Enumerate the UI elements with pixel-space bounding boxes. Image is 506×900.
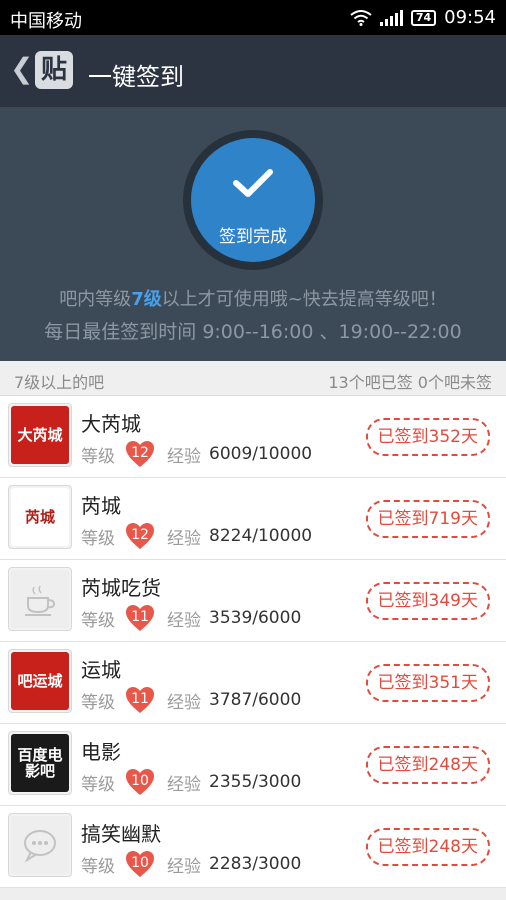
bar-avatar[interactable]: 吧运城 [8, 649, 72, 713]
heart-icon: 12 [125, 440, 155, 468]
heart-icon: 10 [125, 768, 155, 796]
bar-name[interactable]: 大芮城 [81, 408, 141, 437]
bar-name[interactable]: 运城 [81, 654, 121, 683]
level-label: 等级 [81, 446, 115, 467]
bar-avatar-image: 百度电影吧 [11, 734, 69, 792]
bar-row[interactable]: 搞笑幽默等级 10 经验 2283/3000 已签到248天 [0, 806, 506, 888]
chat-icon [11, 816, 69, 874]
sign-in-panel: 签到完成 吧内等级7级以上才可使用哦~快去提高等级吧！ 每日最佳签到时间 9:0… [0, 107, 506, 361]
level-value: 12 [131, 527, 149, 543]
bar-avatar-image: 芮城 [11, 488, 69, 546]
signal-icon [379, 9, 403, 26]
bar-meta: 等级 11 经验 3787/6000 [81, 686, 301, 714]
cup-icon [11, 570, 69, 628]
bar-name[interactable]: 芮城吃货 [81, 572, 161, 601]
exp-label: 经验 [167, 774, 201, 795]
level-highlight: 7级 [131, 289, 162, 310]
tieba-logo: 贴 [35, 51, 73, 89]
bar-avatar[interactable] [8, 813, 72, 877]
sign-summary: 13个吧已签 0个吧未签 [328, 373, 492, 392]
bar-meta: 等级 10 经验 2283/3000 [81, 850, 301, 878]
page-title: 一键签到 [88, 63, 184, 91]
battery-icon: 74 [410, 9, 437, 26]
list-header: 7级以上的吧 13个吧已签 0个吧未签 [0, 361, 506, 396]
check-icon [233, 169, 273, 197]
exp-label: 经验 [167, 856, 201, 877]
signed-stamp: 已签到349天 [365, 582, 490, 620]
best-time-notice: 每日最佳签到时间 9:00--16:00 、19:00--22:00 [44, 321, 462, 343]
exp-label: 经验 [167, 610, 201, 631]
heart-icon: 10 [125, 850, 155, 878]
exp-label: 经验 [167, 528, 201, 549]
sign-in-button[interactable]: 签到完成 [191, 138, 315, 262]
signed-stamp: 已签到248天 [365, 828, 490, 866]
level-value: 11 [131, 609, 149, 625]
bar-row[interactable]: 芮城吃货等级 11 经验 3539/6000 已签到349天 [0, 560, 506, 642]
bar-meta: 等级 12 经验 8224/10000 [81, 522, 312, 550]
level-label: 等级 [81, 528, 115, 549]
signed-stamp: 已签到248天 [365, 746, 490, 784]
level-value: 11 [131, 691, 149, 707]
exp-value: 2283/3000 [209, 854, 302, 874]
exp-value: 3787/6000 [209, 690, 302, 710]
signed-stamp: 已签到352天 [365, 418, 490, 456]
heart-icon: 11 [125, 604, 155, 632]
status-icons: 74 09:54 [350, 7, 496, 28]
status-bar: 中国移动 74 09:54 [0, 0, 506, 35]
bar-row[interactable]: 百度电影吧 电影等级 10 经验 2355/3000 已签到248天 [0, 724, 506, 806]
back-icon[interactable]: ❮ [10, 55, 33, 83]
exp-label: 经验 [167, 692, 201, 713]
level-label: 等级 [81, 856, 115, 877]
clock: 09:54 [444, 7, 496, 28]
exp-value: 2355/3000 [209, 772, 302, 792]
level-label: 等级 [81, 692, 115, 713]
bar-meta: 等级 12 经验 6009/10000 [81, 440, 312, 468]
list-header-title: 7级以上的吧 [14, 373, 105, 392]
level-value: 10 [131, 773, 149, 789]
exp-label: 经验 [167, 446, 201, 467]
bar-avatar[interactable]: 芮城 [8, 485, 72, 549]
bar-meta: 等级 11 经验 3539/6000 [81, 604, 301, 632]
heart-icon: 12 [125, 522, 155, 550]
level-value: 10 [131, 855, 149, 871]
level-label: 等级 [81, 610, 115, 631]
signed-stamp: 已签到351天 [365, 664, 490, 702]
bar-meta: 等级 10 经验 2355/3000 [81, 768, 301, 796]
exp-value: 8224/10000 [209, 526, 313, 546]
sign-in-ring: 签到完成 [183, 130, 323, 270]
exp-value: 3539/6000 [209, 608, 302, 628]
carrier-name: 中国移动 [10, 11, 82, 32]
bar-avatar-image: 吧运城 [11, 652, 69, 710]
bar-avatar[interactable]: 大芮城 [8, 403, 72, 467]
bar-list: 大芮城 大芮城 等级 12 经验 6009/10000 已签到352天 芮城 芮城 等级 12 经验 8… [0, 396, 506, 888]
bar-row[interactable]: 芮城 芮城 等级 12 经验 8224/10000 已签到719天 [0, 478, 506, 560]
exp-value: 6009/10000 [209, 444, 313, 464]
bar-name[interactable]: 搞笑幽默 [81, 818, 161, 847]
bar-avatar[interactable] [8, 567, 72, 631]
heart-icon: 11 [125, 686, 155, 714]
signed-stamp: 已签到719天 [365, 500, 490, 538]
bar-name[interactable]: 电影 [81, 736, 121, 765]
wifi-icon [350, 9, 372, 26]
bar-avatar-image: 大芮城 [11, 406, 69, 464]
bar-avatar[interactable]: 百度电影吧 [8, 731, 72, 795]
level-label: 等级 [81, 774, 115, 795]
level-notice: 吧内等级7级以上才可使用哦~快去提高等级吧！ [59, 289, 447, 310]
level-value: 12 [131, 445, 149, 461]
sign-in-button-label: 签到完成 [219, 227, 287, 247]
bar-row[interactable]: 吧运城 运城等级 11 经验 3787/6000 已签到351天 [0, 642, 506, 724]
app-bar: ❮ 贴 一键签到 [0, 35, 506, 107]
bar-row[interactable]: 大芮城 大芮城 等级 12 经验 6009/10000 已签到352天 [0, 396, 506, 478]
bar-name[interactable]: 芮城 [81, 490, 121, 519]
